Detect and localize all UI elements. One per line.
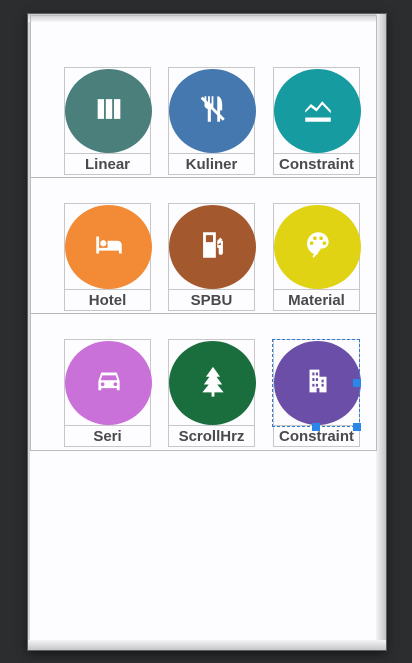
grid-label: Hotel <box>64 289 151 311</box>
car-icon <box>92 364 126 403</box>
row-divider <box>30 177 377 178</box>
grid-label: ScrollHrz <box>168 425 255 447</box>
resize-handle-bottom[interactable] <box>312 423 320 431</box>
selection-outline <box>272 339 360 427</box>
grid-cell-linear[interactable] <box>65 69 152 153</box>
grid-cell-seri[interactable] <box>65 341 152 425</box>
row-divider <box>30 313 377 314</box>
grid-cell-constraint[interactable] <box>274 69 361 153</box>
gas-station-icon <box>196 228 230 267</box>
grid-cell-hotel[interactable] <box>65 205 152 289</box>
resize-handle-right[interactable] <box>353 379 361 387</box>
device-bezel-right <box>376 14 386 650</box>
grid-cell-scrollhrz[interactable] <box>169 341 256 425</box>
grid-label: Constraint <box>273 153 360 175</box>
no-food-icon <box>196 92 230 131</box>
grid-label: SPBU <box>168 289 255 311</box>
grid-cell-kuliner[interactable] <box>169 69 256 153</box>
grid-label: Kuliner <box>168 153 255 175</box>
grid-cell-spbu[interactable] <box>169 205 256 289</box>
grid-label: Seri <box>64 425 151 447</box>
tree-icon <box>196 364 230 403</box>
resize-handle-corner[interactable] <box>353 423 361 431</box>
bed-icon <box>92 228 126 267</box>
grid-cell-material[interactable] <box>274 205 361 289</box>
device-bezel-bottom <box>28 640 386 650</box>
area-chart-icon <box>301 92 335 131</box>
palette-icon <box>301 228 335 267</box>
grid-label: Linear <box>64 153 151 175</box>
column-view-icon <box>92 92 126 131</box>
grid-label: Material <box>273 289 360 311</box>
